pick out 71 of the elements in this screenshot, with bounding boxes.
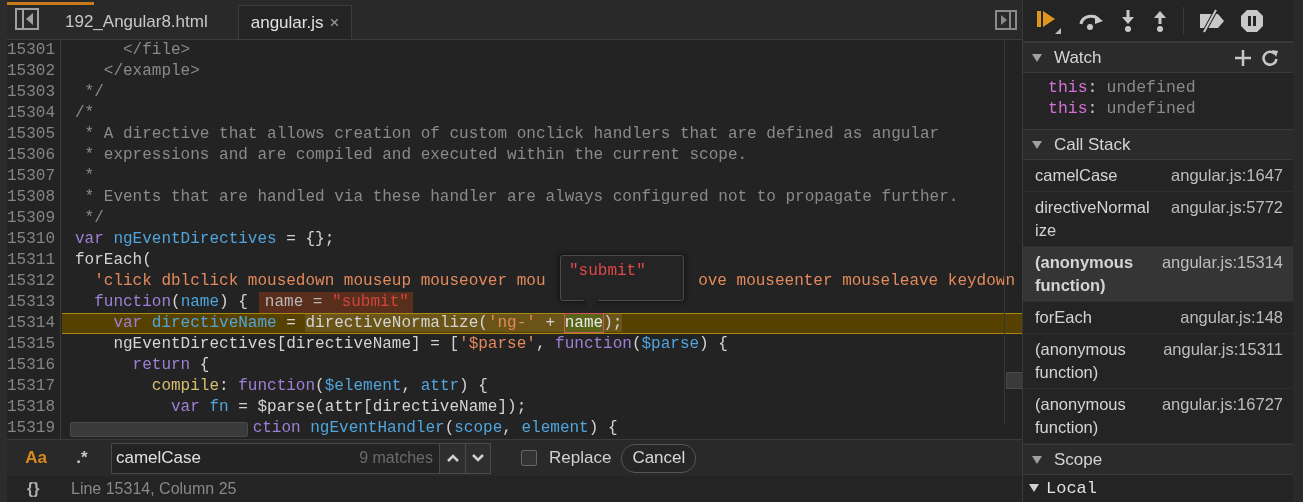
line-number: 15310 <box>7 229 61 250</box>
panel-toggle-icon[interactable] <box>995 10 1017 30</box>
replace-checkbox[interactable] <box>521 450 537 466</box>
line-number: 15302 <box>7 61 61 82</box>
chevron-up-icon <box>445 453 460 463</box>
code-line: return { <box>131 355 210 376</box>
code-line: var ngEventDirectives = {}; <box>74 229 335 250</box>
call-stack-frame[interactable]: (anonymous function) angular.js:15314 <box>1023 247 1293 302</box>
call-stack-frame[interactable]: camelCase angular.js:1647 <box>1023 160 1293 192</box>
code-line: </file> <box>122 40 191 61</box>
match-case-toggle[interactable]: Aa <box>19 448 53 468</box>
line-number: 15309 <box>7 208 61 229</box>
cursor-position: Line 15314, Column 25 <box>71 479 237 498</box>
line-number: 15315 <box>7 334 61 355</box>
code-line: compile: function($element, attr) { <box>150 376 488 397</box>
code-line: ngEventDirectives[directiveName] = ['$parse', function($parse) { <box>112 334 728 355</box>
scope-group[interactable]: Local <box>1023 475 1293 501</box>
deactivate-breakpoints-icon[interactable] <box>1198 8 1226 33</box>
section-header[interactable]: Call Stack <box>1023 129 1293 160</box>
file-tab[interactable]: angular.js × <box>237 5 353 39</box>
chevron-down-icon <box>471 453 485 463</box>
line-number: 15318 <box>7 397 61 418</box>
section-header[interactable]: Watch <box>1023 42 1293 73</box>
sidebar-toggle-icon[interactable] <box>15 8 39 30</box>
close-icon[interactable]: × <box>329 12 340 33</box>
previous-match-button[interactable] <box>439 442 465 474</box>
replace-label: Replace <box>549 448 612 468</box>
code-line: ction ngEventHandler(scope, element) { <box>252 418 618 439</box>
code-line: var fn = $parse(attr[directiveName]); <box>170 397 527 418</box>
line-number: 15301 <box>7 40 61 61</box>
line-number: 15306 <box>7 145 61 166</box>
call-stack-frame[interactable]: (anonymous function) angular.js:15311 <box>1023 334 1293 389</box>
code-line: * Events that are handled via these handler are always configured not to propagate further. <box>83 187 959 208</box>
line-number: 15307 <box>7 166 61 187</box>
search-field[interactable]: camelCase 9 matches <box>111 442 439 474</box>
code-line: * expressions and are compiled and executed within the current scope. <box>83 145 748 166</box>
match-count: 9 matches <box>359 449 433 467</box>
line-number: 15308 <box>7 187 61 208</box>
regex-toggle[interactable]: .* <box>65 448 99 468</box>
add-icon[interactable] <box>1234 48 1252 67</box>
line-number: 15317 <box>7 376 61 397</box>
line-number: 15311 <box>7 250 61 271</box>
watch-expression: this: undefined <box>1048 77 1197 98</box>
file-tab[interactable]: 192_Angular8.html <box>53 5 220 39</box>
cancel-button[interactable]: Cancel <box>621 443 697 473</box>
horizontal-scrollbar-thumb[interactable] <box>70 422 248 437</box>
line-number: 15316 <box>7 355 61 376</box>
search-input[interactable]: camelCase <box>112 448 360 468</box>
code-line: function(name) { <box>93 292 248 313</box>
call-stack-frame[interactable]: forEach angular.js:148 <box>1023 302 1293 334</box>
code-line: /* <box>74 103 95 124</box>
line-number: 15305 <box>7 124 61 145</box>
inline-value: name = "submit" <box>258 292 413 313</box>
code-line: * A directive that allows creation of custom onclick handlers that are defined as angular <box>83 124 940 145</box>
next-match-button[interactable] <box>465 442 491 474</box>
pretty-print-button[interactable]: {} <box>27 479 57 498</box>
code-line: </example> <box>102 61 200 82</box>
watch-expression: this: undefined <box>1048 98 1197 119</box>
step-into-icon[interactable] <box>1119 8 1137 33</box>
line-number: 15303 <box>7 82 61 103</box>
pause-on-exceptions-icon[interactable] <box>1240 8 1264 33</box>
line-number: 15312 <box>7 271 61 292</box>
code-line: * <box>83 166 95 187</box>
line-number: 15314 <box>7 313 61 334</box>
line-number: 15304 <box>7 103 61 124</box>
code-line: */ <box>83 82 104 103</box>
line-number: 15313 <box>7 292 61 313</box>
code-line: forEach( <box>74 250 152 271</box>
code-line: */ <box>83 208 104 229</box>
section-header[interactable]: Scope <box>1023 444 1293 475</box>
refresh-icon[interactable] <box>1261 48 1279 67</box>
